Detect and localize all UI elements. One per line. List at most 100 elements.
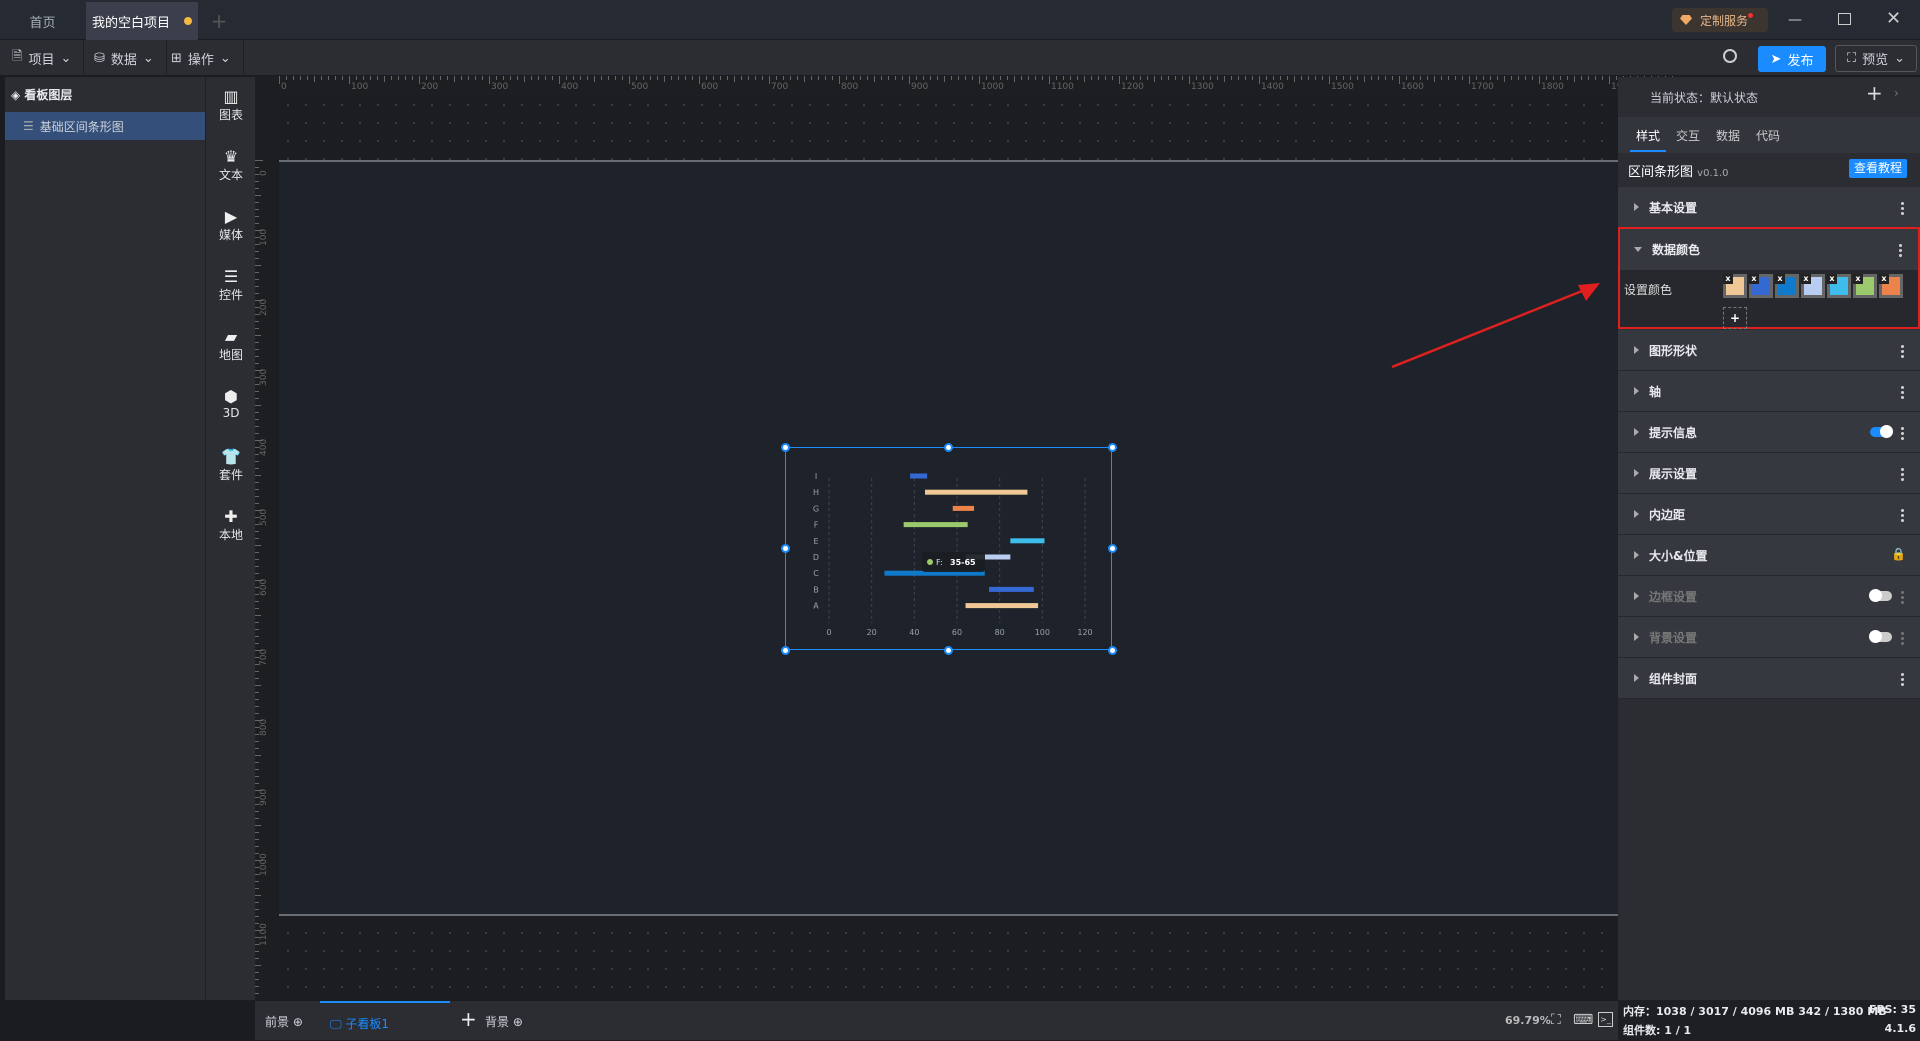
section-3[interactable]: 展示设置: [1618, 453, 1920, 494]
section-1[interactable]: 轴: [1618, 371, 1920, 412]
fit-screen-icon[interactable]: ⛶: [1551, 1012, 1561, 1028]
more-icon[interactable]: [1901, 631, 1904, 645]
state-value[interactable]: 默认状态: [1710, 91, 1758, 105]
keyboard-icon[interactable]: ⌨: [1573, 1012, 1593, 1028]
add-state-button[interactable]: +: [1866, 81, 1883, 105]
more-icon[interactable]: [1901, 590, 1904, 604]
section-4[interactable]: 内边距: [1618, 494, 1920, 535]
ruler-tick: [255, 384, 259, 385]
add-board-button[interactable]: +: [460, 1007, 477, 1031]
color-swatch[interactable]: x: [1775, 274, 1799, 298]
add-color-button[interactable]: +: [1723, 307, 1747, 329]
panel-tab-3[interactable]: 代码: [1756, 127, 1780, 144]
remove-color-icon[interactable]: x: [1853, 274, 1863, 284]
preview-button[interactable]: ⛶ 预览 ⌄: [1835, 45, 1917, 72]
more-icon[interactable]: [1901, 672, 1904, 686]
color-swatch[interactable]: x: [1801, 274, 1825, 298]
chart-widget[interactable]: 0 20 40 60 80 100 120 A B C D E F G H I F: 35-65: [785, 447, 1112, 650]
ruler-tick: [986, 76, 987, 80]
bar-A[interactable]: [965, 603, 1039, 609]
color-swatch[interactable]: x: [1827, 274, 1851, 298]
search-icon[interactable]: [1723, 49, 1737, 63]
more-icon[interactable]: [1899, 243, 1902, 257]
layer-item[interactable]: ☰ 基础区间条形图: [5, 112, 205, 140]
remove-color-icon[interactable]: x: [1827, 274, 1837, 284]
section-basic[interactable]: 基本设置: [1618, 187, 1920, 228]
bar-B[interactable]: [989, 586, 1034, 592]
resize-handle[interactable]: [944, 646, 953, 655]
component-3[interactable]: ☰ 控件: [206, 267, 256, 303]
more-icon[interactable]: [1901, 508, 1904, 522]
add-tab-button[interactable]: +: [200, 2, 238, 40]
panel-tab-2[interactable]: 数据: [1716, 127, 1740, 144]
more-icon[interactable]: [1901, 201, 1904, 215]
restore-icon[interactable]: [1838, 13, 1851, 25]
section-7[interactable]: 背景设置: [1618, 617, 1920, 658]
remove-color-icon[interactable]: x: [1879, 274, 1889, 284]
color-swatch[interactable]: x: [1879, 274, 1903, 298]
section-0[interactable]: 图形形状: [1618, 330, 1920, 371]
minimize-icon[interactable]: —: [1788, 12, 1804, 28]
color-swatch[interactable]: x: [1853, 274, 1877, 298]
panel-tab-0[interactable]: 样式: [1630, 127, 1667, 152]
operate-menu[interactable]: ⊞ 操作 ⌄: [159, 40, 244, 76]
color-swatch[interactable]: x: [1749, 274, 1773, 298]
data-color-header[interactable]: 数据颜色: [1620, 229, 1918, 270]
component-5[interactable]: ⬢ 3D: [206, 387, 256, 420]
panel-tab-1[interactable]: 交互: [1676, 127, 1700, 144]
section-2[interactable]: 提示信息: [1618, 412, 1920, 453]
project-menu[interactable]: 🗎 项目 ⌄: [0, 40, 85, 76]
add-circle-icon[interactable]: ⊕: [513, 1015, 523, 1029]
chevron-right-icon[interactable]: ›: [1894, 86, 1899, 100]
lock-icon[interactable]: 🔒: [1891, 547, 1906, 561]
resize-handle[interactable]: [1108, 544, 1117, 553]
component-6[interactable]: 👕 套件: [206, 447, 256, 483]
custom-service-button[interactable]: 定制服务: [1672, 8, 1768, 32]
resize-handle[interactable]: [781, 443, 790, 452]
tutorial-button[interactable]: 查看教程: [1849, 159, 1907, 178]
component-1[interactable]: ♛ 文本: [206, 147, 256, 183]
section-8[interactable]: 组件封面: [1618, 658, 1920, 699]
resize-handle[interactable]: [781, 544, 790, 553]
publish-button[interactable]: ➤ 发布: [1758, 46, 1826, 72]
tab-project[interactable]: 我的空白项目: [86, 2, 198, 40]
remove-color-icon[interactable]: x: [1775, 274, 1785, 284]
remove-color-icon[interactable]: x: [1801, 274, 1811, 284]
more-icon[interactable]: [1901, 385, 1904, 399]
section-5[interactable]: 大小&位置 🔒: [1618, 535, 1920, 576]
add-circle-icon[interactable]: ⊕: [293, 1015, 303, 1029]
ruler-tick: [713, 76, 714, 80]
resize-handle[interactable]: [944, 443, 953, 452]
bar-G[interactable]: [952, 505, 975, 511]
component-2[interactable]: ▶ 媒体: [206, 207, 256, 243]
component-7[interactable]: ✚ 本地: [206, 507, 256, 543]
data-menu[interactable]: ⛁ 数据 ⌄: [82, 40, 167, 76]
zoom-level[interactable]: 69.79%: [1505, 1014, 1551, 1027]
more-icon[interactable]: [1901, 426, 1904, 440]
remove-color-icon[interactable]: x: [1723, 274, 1733, 284]
bar-I[interactable]: [910, 473, 928, 479]
close-icon[interactable]: ✕: [1886, 8, 1901, 29]
toggle-switch[interactable]: [1870, 425, 1893, 438]
remove-color-icon[interactable]: x: [1749, 274, 1759, 284]
bar-F[interactable]: [903, 522, 968, 528]
bar-H[interactable]: [925, 489, 1028, 495]
resize-handle[interactable]: [1108, 443, 1117, 452]
resize-handle[interactable]: [1108, 646, 1117, 655]
bar-E[interactable]: [1010, 538, 1045, 544]
component-0[interactable]: ▥ 图表: [206, 87, 256, 123]
component-4[interactable]: ▰ 地图: [206, 327, 256, 363]
foreground-tab[interactable]: 前景 ⊕: [265, 1013, 303, 1030]
more-icon[interactable]: [1901, 467, 1904, 481]
tab-home[interactable]: 首页: [0, 2, 85, 40]
background-tab[interactable]: 背景 ⊕: [485, 1013, 523, 1030]
section-6[interactable]: 边框设置: [1618, 576, 1920, 617]
toggle-switch[interactable]: [1869, 630, 1892, 643]
color-swatch[interactable]: x: [1723, 274, 1747, 298]
sub-board-tab[interactable]: 🖵 子看板1: [320, 1001, 450, 1041]
more-icon[interactable]: [1901, 344, 1904, 358]
x-tick-label: 100: [1035, 628, 1050, 637]
resize-handle[interactable]: [781, 646, 790, 655]
terminal-icon[interactable]: >_: [1598, 1012, 1613, 1027]
toggle-switch[interactable]: [1869, 589, 1892, 602]
